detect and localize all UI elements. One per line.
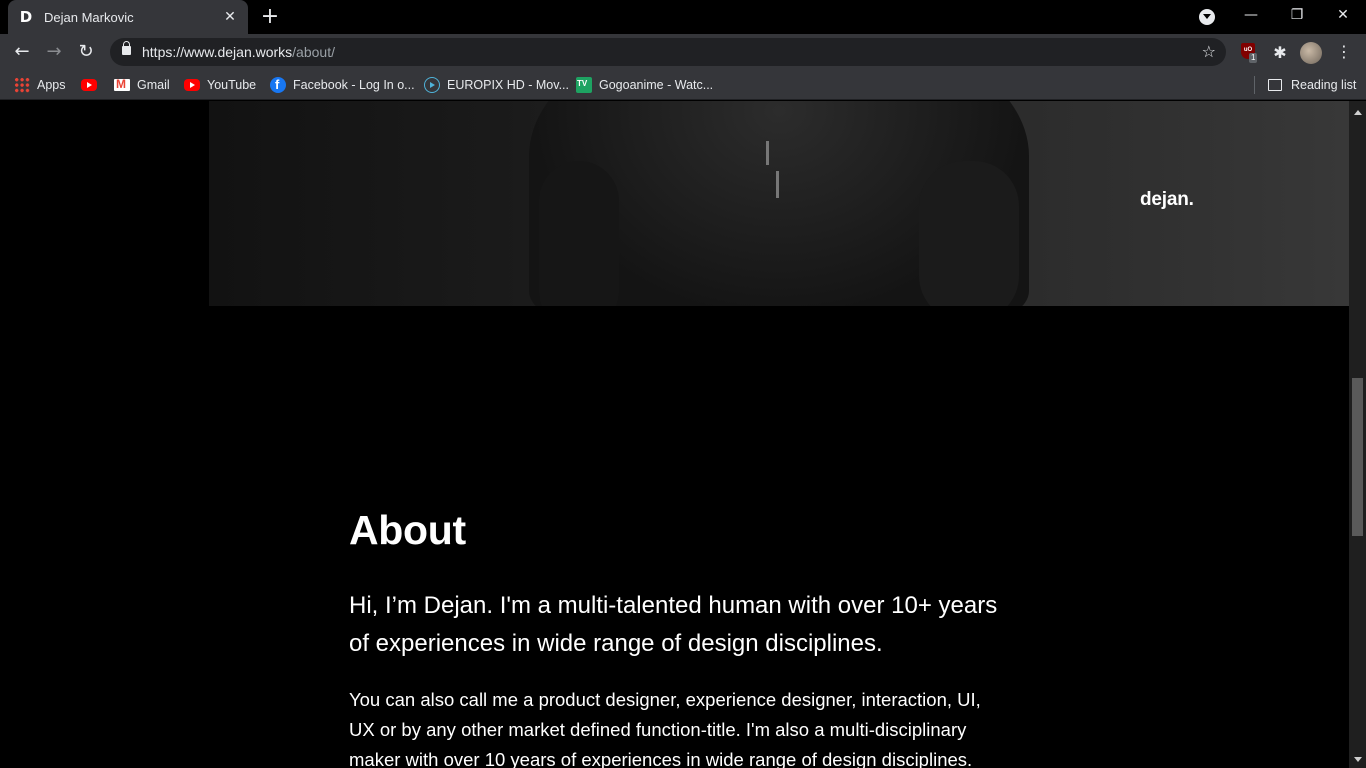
chrome-menu-icon[interactable]: ⋮ (1334, 41, 1354, 63)
new-tab-button[interactable]: + (258, 5, 282, 29)
europix-icon (424, 77, 440, 93)
scrollbar-thumb[interactable] (1352, 378, 1363, 536)
bookmark-label: YouTube (207, 78, 257, 92)
scroll-up-arrow-icon[interactable] (1354, 110, 1362, 115)
bookmark-youtube-icon-only[interactable] (81, 76, 104, 94)
lock-icon[interactable] (122, 41, 131, 55)
url-host: https://www.dejan.works (142, 44, 293, 60)
address-bar[interactable]: https://www.dejan.works/about/ ☆ (110, 38, 1226, 66)
bookmarks-bar: Apps Gmail YouTube Facebook - Log In o..… (0, 70, 1366, 100)
tab-strip: D Dejan Markovic ✕ + — ❐ ✕ (0, 0, 1366, 34)
bookmark-label: Apps (37, 78, 66, 92)
youtube-icon (184, 79, 200, 91)
hoodie-right-arm (919, 161, 1019, 306)
url-path: /about/ (292, 44, 335, 60)
minimize-button[interactable]: — (1228, 0, 1274, 30)
bookmark-europix[interactable]: EUROPIX HD - Mov... (424, 76, 569, 94)
bookmark-facebook[interactable]: Facebook - Log In o... (270, 76, 415, 94)
gmail-icon (114, 77, 130, 91)
bookmark-label: Facebook - Log In o... (293, 78, 415, 92)
page-scrollbar[interactable] (1349, 101, 1366, 768)
about-section: About Hi, I’m Dejan. I'm a multi-talente… (349, 506, 1009, 768)
scroll-down-arrow-icon[interactable] (1354, 757, 1362, 762)
hoodie-cord (766, 141, 769, 165)
bookmark-gmail[interactable]: Gmail (114, 76, 170, 94)
reading-list-button[interactable]: Reading list (1268, 76, 1356, 94)
browser-tab[interactable]: D Dejan Markovic ✕ (8, 0, 248, 34)
page-title: About (349, 507, 466, 553)
url-text[interactable]: https://www.dejan.works/about/ (142, 44, 335, 60)
reload-button[interactable]: ↻ (72, 38, 100, 66)
bookmarks-divider (1254, 76, 1255, 94)
ublock-extension-icon[interactable]: uO 1 (1239, 43, 1259, 63)
facebook-icon (270, 77, 286, 93)
ublock-badge: 1 (1249, 53, 1258, 63)
bookmark-label: Gmail (137, 78, 170, 92)
reading-list-icon (1268, 79, 1282, 91)
forward-button[interactable]: → (40, 38, 68, 66)
tab-search-icon[interactable] (1199, 9, 1215, 25)
hero-logo: dejan. (1140, 189, 1194, 210)
bookmark-apps[interactable]: Apps (14, 76, 66, 94)
bookmark-star-icon[interactable]: ☆ (1202, 42, 1216, 61)
about-lead-paragraph: Hi, I’m Dejan. I'm a multi-talented huma… (349, 592, 998, 658)
bookmark-label: EUROPIX HD - Mov... (447, 78, 570, 92)
extensions-puzzle-icon[interactable]: ✱ (1270, 43, 1290, 63)
site-favicon-icon: D (19, 8, 33, 26)
close-tab-icon[interactable]: ✕ (222, 9, 238, 25)
page-viewport: dejan. About Hi, I’m Dejan. I'm a multi-… (0, 101, 1349, 768)
apps-grid-icon (14, 77, 30, 93)
gogoanime-icon (576, 77, 592, 93)
bookmark-youtube[interactable]: YouTube (184, 76, 256, 94)
profile-avatar[interactable] (1300, 42, 1322, 64)
youtube-icon (81, 79, 97, 91)
hero-image: dejan. (209, 101, 1349, 306)
about-body-paragraph: You can also call me a product designer,… (349, 689, 981, 768)
hoodie-left-arm (539, 161, 619, 306)
reading-list-label: Reading list (1291, 78, 1357, 92)
back-button[interactable]: ← (8, 38, 36, 66)
hoodie-cord (776, 171, 779, 198)
tab-title: Dejan Markovic (44, 9, 134, 25)
bookmark-gogoanime[interactable]: Gogoanime - Watc... (576, 76, 713, 94)
browser-toolbar: ← → ↻ https://www.dejan.works/about/ ☆ u… (0, 34, 1366, 70)
restore-button[interactable]: ❐ (1274, 0, 1320, 30)
close-window-button[interactable]: ✕ (1320, 0, 1366, 30)
bookmark-label: Gogoanime - Watc... (599, 78, 714, 92)
